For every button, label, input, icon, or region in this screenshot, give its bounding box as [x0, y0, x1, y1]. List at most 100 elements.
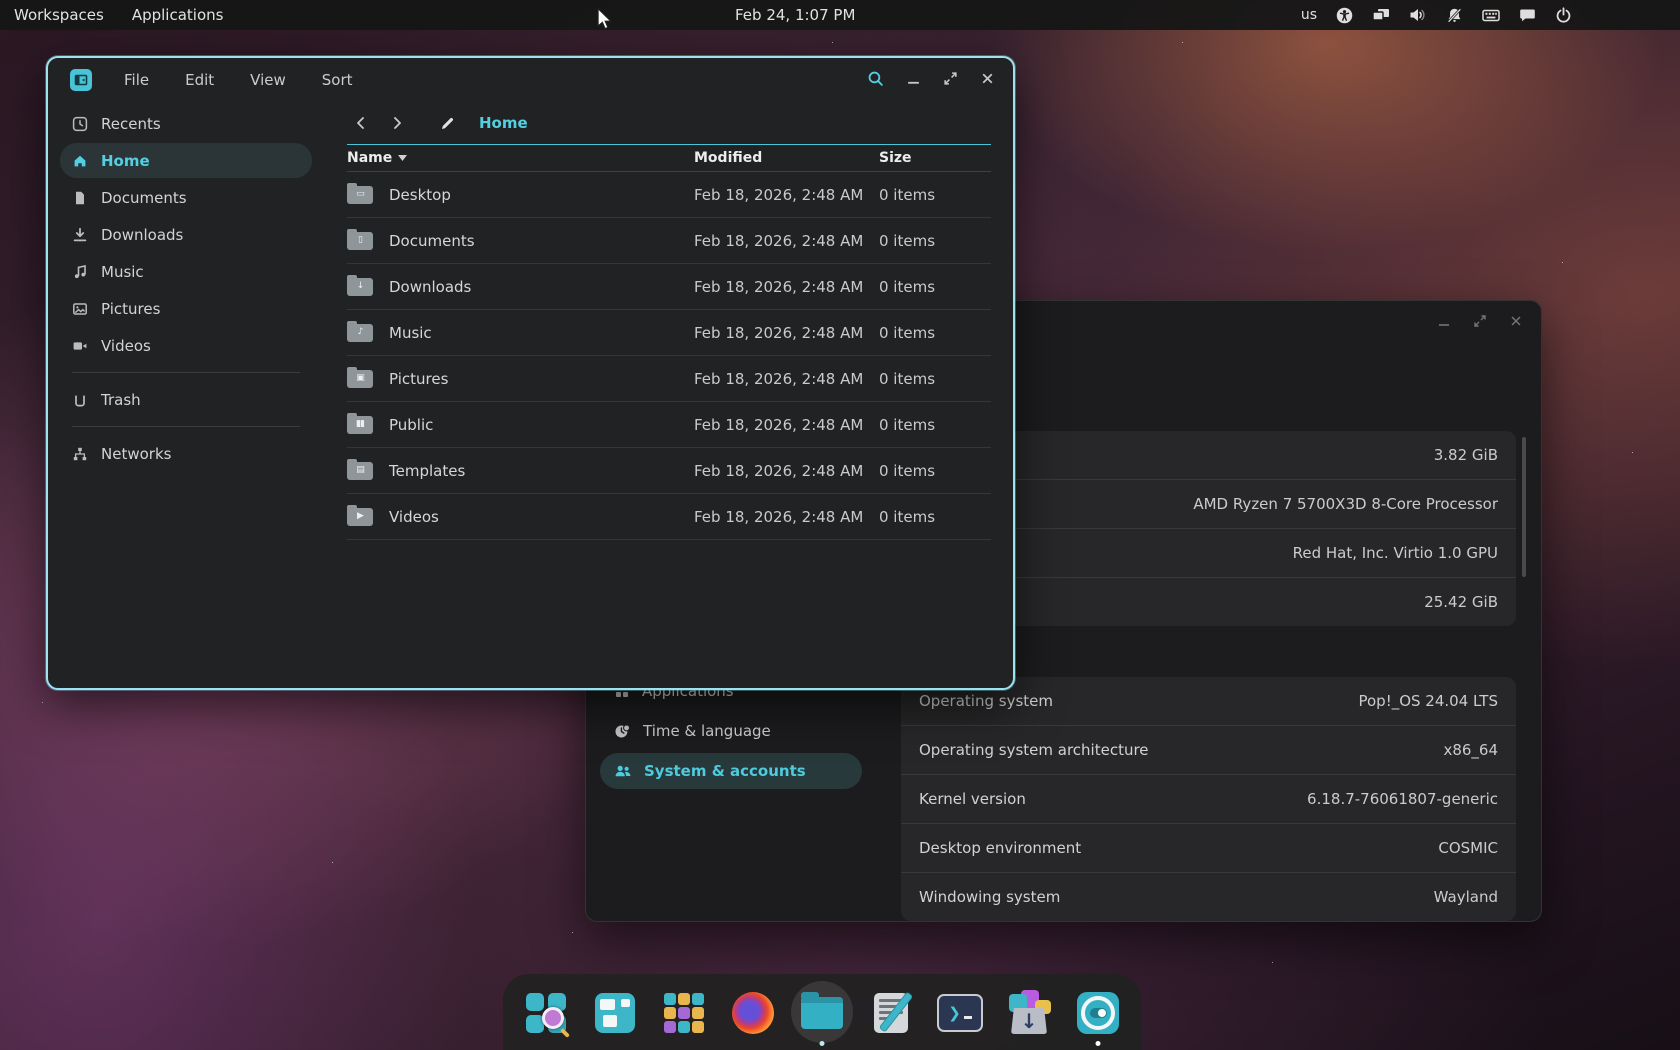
menu-sort[interactable]: Sort — [308, 67, 367, 93]
settings-nav-time-language[interactable]: Time & language — [600, 713, 862, 749]
minimize-icon[interactable] — [1437, 313, 1451, 332]
menu-file[interactable]: File — [110, 67, 163, 93]
dock-terminal[interactable]: ❯ — [936, 989, 984, 1037]
sidebar-item-label: Documents — [101, 189, 187, 207]
table-row-pictures[interactable]: ▣Pictures Feb 18, 2026, 2:48 AM 0 items — [347, 356, 991, 402]
volume-icon[interactable] — [1409, 7, 1427, 23]
sidebar-item-networks[interactable]: Networks — [60, 436, 312, 471]
display-icon[interactable] — [1372, 7, 1390, 23]
file-size: 0 items — [879, 462, 991, 480]
table-row-public[interactable]: ▮▮Public Feb 18, 2026, 2:48 AM 0 items — [347, 402, 991, 448]
sidebar-item-home[interactable]: Home — [60, 143, 312, 178]
table-row-music[interactable]: ♪Music Feb 18, 2026, 2:48 AM 0 items — [347, 310, 991, 356]
clock-applet[interactable]: Feb 24, 1:07 PM — [735, 0, 855, 30]
file-name: Public — [389, 416, 433, 434]
folder-icon: ▭ — [347, 186, 373, 204]
file-size: 0 items — [879, 370, 991, 388]
input-source-applet[interactable]: us — [1301, 7, 1317, 23]
sidebar-item-label: Pictures — [101, 300, 160, 318]
chat-icon[interactable] — [1519, 7, 1536, 23]
table-row-documents[interactable]: ▯Documents Feb 18, 2026, 2:48 AM 0 items — [347, 218, 991, 264]
sidebar-item-label: Home — [101, 152, 150, 170]
file-size: 0 items — [879, 278, 991, 296]
file-name: Documents — [389, 232, 475, 250]
dock-firefox[interactable] — [729, 989, 777, 1037]
column-name-label: Name — [347, 150, 392, 166]
settings-nav: Applications Time & language System & ac… — [600, 673, 862, 793]
sidebar-item-documents[interactable]: Documents — [60, 180, 312, 215]
edit-location-icon[interactable] — [433, 109, 461, 137]
sidebar-item-trash[interactable]: Trash — [60, 382, 312, 417]
column-header-size[interactable]: Size — [879, 150, 991, 166]
menu-edit[interactable]: Edit — [171, 67, 228, 93]
sidebar-item-downloads[interactable]: Downloads — [60, 217, 312, 252]
file-modified: Feb 18, 2026, 2:48 AM — [694, 278, 879, 296]
files-app-icon — [70, 69, 92, 91]
dock-files[interactable] — [798, 989, 846, 1037]
folder-icon: ▤ — [347, 462, 373, 480]
power-icon[interactable] — [1555, 7, 1572, 24]
table-row-downloads[interactable]: ↓Downloads Feb 18, 2026, 2:48 AM 0 items — [347, 264, 991, 310]
menu-view[interactable]: View — [236, 67, 300, 93]
dock-store[interactable]: ↓ — [1005, 989, 1053, 1037]
file-modified: Feb 18, 2026, 2:48 AM — [694, 232, 879, 250]
column-header-name[interactable]: Name — [347, 150, 694, 166]
terminal-icon: ❯ — [937, 994, 983, 1032]
breadcrumb-current[interactable]: Home — [479, 114, 528, 132]
table-row-templates[interactable]: ▤Templates Feb 18, 2026, 2:48 AM 0 items — [347, 448, 991, 494]
sidebar-item-recents[interactable]: Recents — [60, 106, 312, 141]
dock-app-library[interactable] — [660, 989, 708, 1037]
accessibility-icon[interactable] — [1336, 7, 1353, 24]
folder-icon: ♪ — [347, 324, 373, 342]
applications-button[interactable]: Applications — [118, 0, 238, 30]
table-row-desktop[interactable]: ▭Desktop Feb 18, 2026, 2:48 AM 0 items — [347, 172, 991, 218]
settings-scrollbar[interactable] — [1522, 437, 1526, 577]
sidebar-item-pictures[interactable]: Pictures — [60, 291, 312, 326]
running-indicator — [820, 1041, 825, 1046]
dock-text-editor[interactable] — [867, 989, 915, 1037]
table-row-videos[interactable]: ▶Videos Feb 18, 2026, 2:48 AM 0 items — [347, 494, 991, 540]
notifications-off-icon[interactable] — [1446, 7, 1463, 24]
forward-icon[interactable] — [383, 109, 411, 137]
graphics-value: Red Hat, Inc. Virtio 1.0 GPU — [1293, 544, 1498, 562]
keyboard-icon[interactable] — [1482, 8, 1500, 23]
sidebar-item-label: Downloads — [101, 226, 183, 244]
close-icon[interactable] — [980, 71, 995, 90]
file-modified: Feb 18, 2026, 2:48 AM — [694, 416, 879, 434]
files-icon — [801, 997, 843, 1029]
dock-settings[interactable] — [1074, 989, 1122, 1037]
sidebar-item-music[interactable]: Music — [60, 254, 312, 289]
settings-nav-system-accounts[interactable]: System & accounts — [600, 753, 862, 789]
minimize-icon[interactable] — [906, 71, 921, 90]
dock-workspaces[interactable] — [591, 989, 639, 1037]
dock-launcher[interactable] — [522, 989, 570, 1037]
file-name: Downloads — [389, 278, 471, 296]
file-modified: Feb 18, 2026, 2:48 AM — [694, 508, 879, 526]
os-row-value: x86_64 — [1443, 741, 1498, 759]
sidebar-item-label: Videos — [101, 337, 151, 355]
column-header-modified[interactable]: Modified — [694, 150, 879, 166]
search-icon[interactable] — [867, 70, 884, 91]
close-icon[interactable] — [1509, 313, 1523, 332]
files-titlebar[interactable]: File Edit View Sort — [48, 58, 1013, 102]
os-row-value: Wayland — [1434, 888, 1498, 906]
os-row-value: COSMIC — [1438, 839, 1498, 857]
os-row-value: 6.18.7-76061807-generic — [1307, 790, 1498, 808]
back-icon[interactable] — [347, 109, 375, 137]
file-size: 0 items — [879, 508, 991, 526]
memory-value: 3.82 GiB — [1434, 446, 1498, 464]
system-tray: us — [1301, 0, 1572, 30]
file-modified: Feb 18, 2026, 2:48 AM — [694, 324, 879, 342]
workspaces-button[interactable]: Workspaces — [0, 0, 118, 30]
file-modified: Feb 18, 2026, 2:48 AM — [694, 462, 879, 480]
file-modified: Feb 18, 2026, 2:48 AM — [694, 370, 879, 388]
os-row-label: Desktop environment — [919, 839, 1081, 857]
files-sidebar: Recents Home Documents Downloads Music P… — [60, 106, 312, 473]
firefox-icon — [732, 992, 774, 1034]
files-window: File Edit View Sort Recents Home Documen… — [46, 56, 1015, 690]
maximize-icon[interactable] — [943, 71, 958, 90]
maximize-icon[interactable] — [1473, 313, 1487, 332]
sidebar-item-videos[interactable]: Videos — [60, 328, 312, 363]
app-library-icon — [664, 993, 704, 1033]
breadcrumb-bar: Home — [347, 102, 991, 145]
